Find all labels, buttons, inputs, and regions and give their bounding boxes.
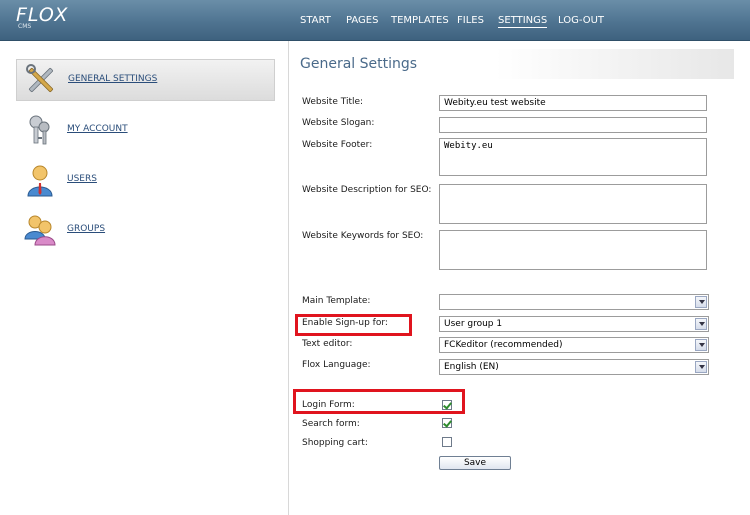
text-editor-label: Text editor: (302, 339, 353, 349)
sidebar-item-users[interactable]: USERS (16, 160, 273, 200)
main-template-select[interactable] (439, 294, 709, 310)
title-bar: General Settings (300, 49, 734, 79)
sidebar: GENERAL SETTINGS MY ACCOUNT USERS GROUPS (0, 41, 289, 515)
select-value: FCKeditor (recommended) (444, 340, 563, 350)
seo-description-textarea[interactable] (439, 184, 707, 224)
logo-subtitle: CMS (18, 23, 32, 30)
website-slogan-input[interactable] (439, 117, 707, 133)
seo-description-label: Website Description for SEO: (302, 185, 432, 195)
enable-signup-select[interactable]: User group 1 (439, 316, 709, 332)
nav-templates[interactable]: TEMPLATES (391, 15, 449, 26)
login-form-checkbox[interactable] (442, 400, 452, 410)
tools-icon (25, 63, 57, 97)
select-value: English (EN) (444, 362, 499, 372)
sidebar-item-label: MY ACCOUNT (67, 124, 128, 134)
save-button[interactable]: Save (439, 456, 511, 470)
chevron-down-icon[interactable] (695, 339, 707, 351)
seo-keywords-label: Website Keywords for SEO: (302, 231, 424, 241)
flox-language-label: Flox Language: (302, 360, 371, 370)
sidebar-item-general-settings[interactable]: GENERAL SETTINGS (16, 59, 275, 101)
nav-pages[interactable]: PAGES (346, 15, 378, 26)
nav-files[interactable]: FILES (457, 15, 484, 26)
login-form-label: Login Form: (302, 400, 355, 410)
group-icon (24, 213, 56, 247)
nav-start[interactable]: START (300, 15, 331, 26)
text-editor-select[interactable]: FCKeditor (recommended) (439, 337, 709, 353)
website-footer-textarea[interactable]: Webity.eu (439, 138, 707, 176)
website-title-input[interactable]: Webity.eu test website (439, 95, 707, 111)
search-form-checkbox[interactable] (442, 418, 452, 428)
nav-settings[interactable]: SETTINGS (498, 15, 548, 28)
sidebar-item-label: USERS (67, 174, 97, 184)
sidebar-item-label: GROUPS (67, 224, 106, 234)
main-content: General Settings Website Title: Webity.e… (289, 41, 750, 515)
keys-icon (24, 113, 56, 147)
select-value: User group 1 (444, 319, 503, 329)
user-icon (24, 163, 56, 197)
sidebar-item-label: GENERAL SETTINGS (68, 74, 158, 84)
sidebar-item-groups[interactable]: GROUPS (16, 210, 273, 250)
website-footer-label: Website Footer: (302, 140, 373, 150)
search-form-label: Search form: (302, 419, 360, 429)
seo-keywords-textarea[interactable] (439, 230, 707, 270)
chevron-down-icon[interactable] (695, 296, 707, 308)
website-title-label: Website Title: (302, 97, 364, 107)
website-slogan-label: Website Slogan: (302, 118, 375, 128)
main-template-label: Main Template: (302, 296, 371, 306)
enable-signup-label: Enable Sign-up for: (302, 318, 388, 328)
shopping-cart-label: Shopping cart: (302, 438, 368, 448)
flox-language-select[interactable]: English (EN) (439, 359, 709, 375)
header-bar: FLOX CMS START PAGES TEMPLATES FILES SET… (0, 0, 750, 41)
nav-logout[interactable]: LOG-OUT (558, 15, 604, 26)
shopping-cart-checkbox[interactable] (442, 437, 452, 447)
chevron-down-icon[interactable] (695, 318, 707, 330)
chevron-down-icon[interactable] (695, 361, 707, 373)
page-title: General Settings (300, 56, 418, 72)
sidebar-item-my-account[interactable]: MY ACCOUNT (16, 110, 273, 150)
